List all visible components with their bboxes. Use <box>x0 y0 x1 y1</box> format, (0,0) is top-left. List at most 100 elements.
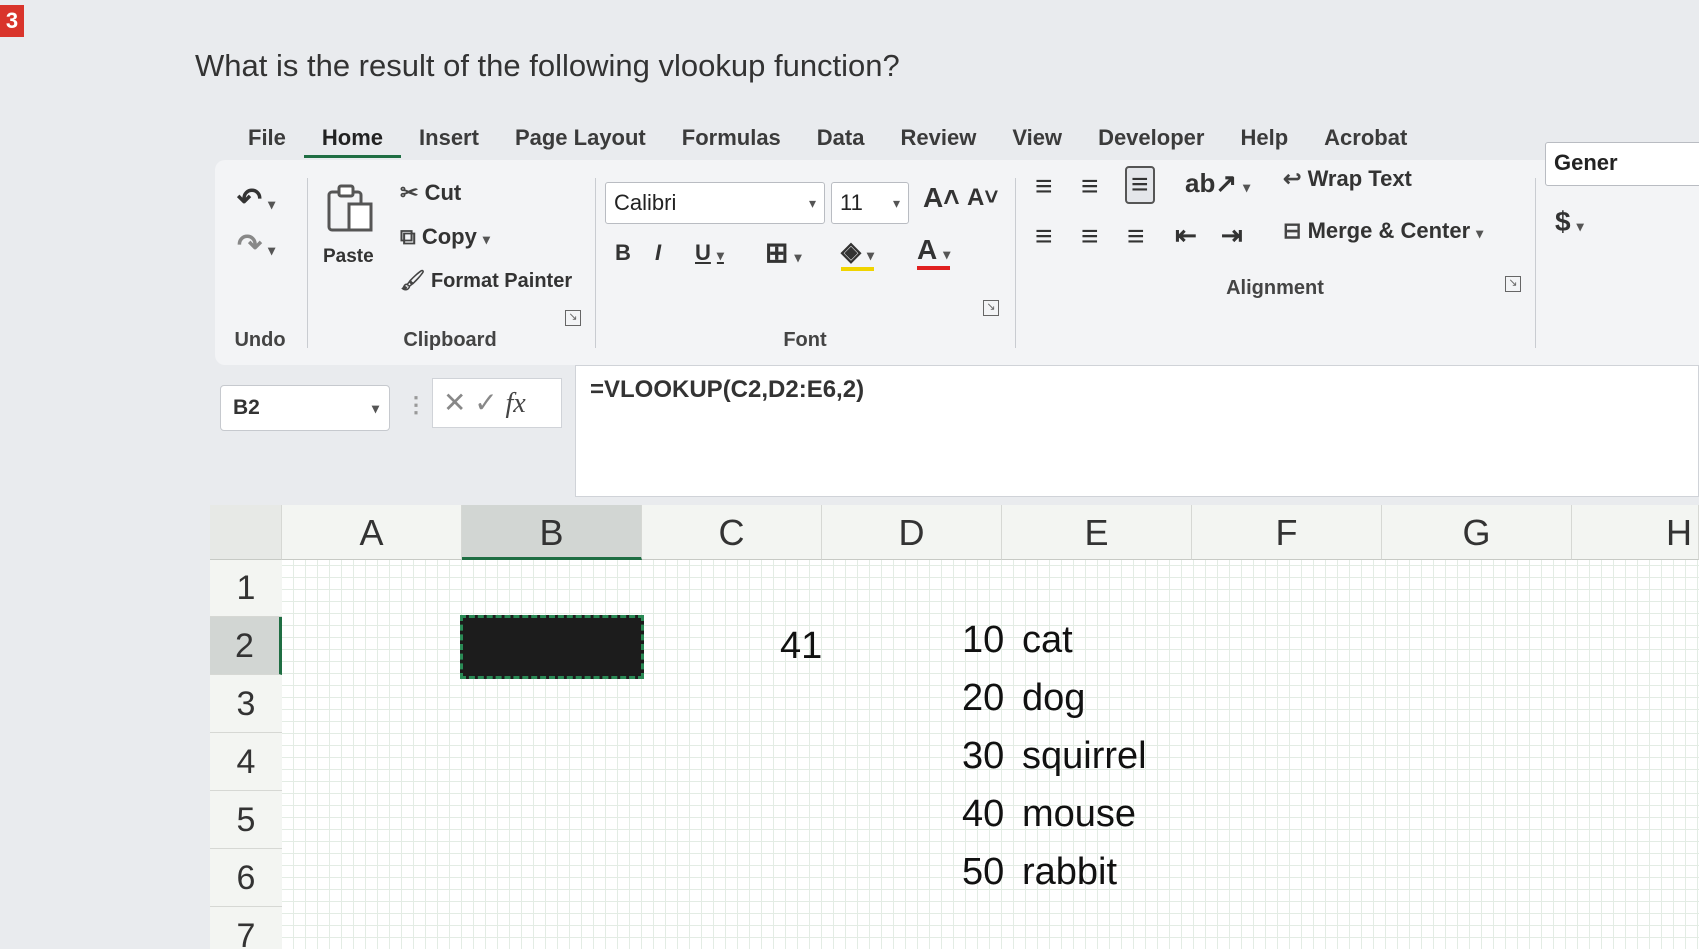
copy-icon: ⧉ <box>400 224 416 249</box>
insert-function-icon[interactable]: fx <box>506 388 526 419</box>
align-left-icon[interactable]: ≡ <box>1035 220 1053 254</box>
copy-button[interactable]: ⧉ Copy ▾ <box>400 224 490 250</box>
font-color-icon[interactable]: A ▾ <box>917 234 951 270</box>
font-name-value: Calibri <box>614 190 677 215</box>
cell-e5[interactable]: mouse <box>1022 793 1136 836</box>
formula-controls: ✕ ✓ fx <box>432 378 562 428</box>
separator <box>1535 178 1536 348</box>
cell-d3[interactable]: 20 <box>962 677 1004 720</box>
name-box-value: B2 <box>233 396 260 419</box>
ribbon: ↶ ▾ ↷ ▾ Undo Paste ✂ Cut ⧉ Copy ▾ 🖌 Format … <box>215 142 1699 365</box>
font-size-select[interactable]: 11 ▾ <box>831 182 909 224</box>
font-name-select[interactable]: Calibri ▾ <box>605 182 825 224</box>
name-box[interactable]: B2 ▾ <box>220 385 390 431</box>
enter-icon[interactable]: ✓ <box>474 387 497 418</box>
row-header-6[interactable]: 6 <box>210 849 282 907</box>
align-right-icon[interactable]: ≡ <box>1127 220 1145 254</box>
paste-button[interactable]: Paste <box>323 246 374 268</box>
cell-e2[interactable]: cat <box>1022 619 1073 662</box>
column-header-a[interactable]: A <box>282 505 462 560</box>
cell-d4[interactable]: 30 <box>962 735 1004 778</box>
clipboard-group: Paste ✂ Cut ⧉ Copy ▾ 🖌 Format Painter Cli… <box>315 160 585 360</box>
align-bottom-icon[interactable]: ≡ <box>1125 166 1155 204</box>
alignment-group: ≡ ≡ ≡ ab↗ ▾ ≡ ≡ ≡ ⇤ ⇥ ↩ Wrap Text ⊟ Merge… <box>1025 160 1525 360</box>
cell-e4[interactable]: squirrel <box>1022 735 1147 778</box>
redo-icon[interactable]: ↷ ▾ <box>237 228 275 263</box>
align-middle-icon[interactable]: ≡ <box>1081 170 1099 204</box>
cell-c2[interactable]: 41 <box>780 625 822 668</box>
spreadsheet-grid: A B C D E F G H 1 2 3 4 5 6 7 41 10 cat … <box>210 505 1699 949</box>
number-format-select[interactable]: Gener <box>1545 142 1699 186</box>
format-painter-label: Format Painter <box>430 270 573 292</box>
tab-view[interactable]: View <box>994 118 1080 158</box>
tab-help[interactable]: Help <box>1222 118 1306 158</box>
italic-button[interactable]: I <box>655 240 661 266</box>
merge-center-label: Merge & Center <box>1307 218 1471 243</box>
question-number: 3 <box>0 5 24 37</box>
tab-home[interactable]: Home <box>303 118 402 158</box>
increase-font-icon[interactable]: A˄ <box>923 182 960 214</box>
scissors-icon: ✂ <box>400 180 419 205</box>
underline-button[interactable]: U ▾ <box>695 240 724 266</box>
currency-label: $ <box>1555 206 1571 237</box>
merge-center-button[interactable]: ⊟ Merge & Center ▾ <box>1283 218 1483 244</box>
cell-d6[interactable]: 50 <box>962 851 1004 894</box>
cancel-icon[interactable]: ✕ <box>443 387 466 418</box>
cut-button[interactable]: ✂ Cut <box>400 180 461 206</box>
column-header-c[interactable]: C <box>642 505 822 560</box>
clipboard-launcher-icon[interactable]: ↘ <box>565 310 581 326</box>
wrap-text-icon: ↩ <box>1283 166 1302 191</box>
align-center-icon[interactable]: ≡ <box>1081 220 1099 254</box>
tab-file[interactable]: File <box>230 118 304 158</box>
tab-insert[interactable]: Insert <box>401 118 497 158</box>
wrap-text-button[interactable]: ↩ Wrap Text <box>1283 166 1412 192</box>
tab-review[interactable]: Review <box>882 118 994 158</box>
separator <box>307 178 308 348</box>
decrease-font-icon[interactable]: A˅ <box>967 184 998 212</box>
undo-group: ↶ ▾ ↷ ▾ Undo <box>215 160 305 360</box>
align-top-icon[interactable]: ≡ <box>1035 170 1053 204</box>
tab-developer[interactable]: Developer <box>1080 118 1222 158</box>
row-header-7[interactable]: 7 <box>210 907 282 949</box>
row-header-1[interactable]: 1 <box>210 560 282 617</box>
currency-button[interactable]: $ ▾ <box>1555 206 1584 238</box>
column-header-d[interactable]: D <box>822 505 1002 560</box>
tab-formulas[interactable]: Formulas <box>664 118 799 158</box>
bold-button[interactable]: B <box>615 240 631 266</box>
number-group: Gener $ ▾ <box>1545 142 1699 360</box>
cell-e3[interactable]: dog <box>1022 677 1085 720</box>
tab-acrobat[interactable]: Acrobat <box>1306 118 1425 158</box>
cell-d5[interactable]: 40 <box>962 793 1004 836</box>
brush-icon: 🖌 <box>400 270 426 292</box>
column-header-b[interactable]: B <box>462 505 642 560</box>
row-header-4[interactable]: 4 <box>210 733 282 791</box>
orientation-icon[interactable]: ab↗ ▾ <box>1185 168 1250 199</box>
column-header-f[interactable]: F <box>1192 505 1382 560</box>
cell-d2[interactable]: 10 <box>962 619 1004 662</box>
tab-data[interactable]: Data <box>799 118 883 158</box>
select-all-corner[interactable] <box>210 505 282 560</box>
alignment-launcher-icon[interactable]: ↘ <box>1505 276 1521 292</box>
fill-color-icon[interactable]: ◈ ▾ <box>841 236 875 271</box>
increase-indent-icon[interactable]: ⇥ <box>1221 220 1243 251</box>
decrease-indent-icon[interactable]: ⇤ <box>1175 220 1197 251</box>
tab-page-layout[interactable]: Page Layout <box>497 118 664 158</box>
column-header-h[interactable]: H <box>1572 505 1699 560</box>
borders-icon[interactable]: ⊞ ▾ <box>765 236 802 269</box>
font-launcher-icon[interactable]: ↘ <box>983 300 999 316</box>
cell-b2-selected[interactable] <box>460 615 644 679</box>
undo-icon[interactable]: ↶ ▾ <box>237 182 275 217</box>
format-painter-button[interactable]: 🖌 Format Painter <box>400 268 572 293</box>
ribbon-tabs: File Home Insert Page Layout Formulas Da… <box>230 118 1425 158</box>
row-header-3[interactable]: 3 <box>210 675 282 733</box>
font-size-value: 11 <box>840 190 863 215</box>
cell-e6[interactable]: rabbit <box>1022 851 1117 894</box>
font-group: Calibri ▾ 11 ▾ A˄ A˅ B I U ▾ ⊞ ▾ ◈ ▾ A ▾ Font … <box>605 160 1005 360</box>
row-header-5[interactable]: 5 <box>210 791 282 849</box>
separator <box>595 178 596 348</box>
row-header-2[interactable]: 2 <box>210 617 282 675</box>
formula-input[interactable]: =VLOOKUP(C2,D2:E6,2) <box>575 365 1699 497</box>
paste-icon[interactable] <box>323 182 379 234</box>
column-header-g[interactable]: G <box>1382 505 1572 560</box>
column-header-e[interactable]: E <box>1002 505 1192 560</box>
